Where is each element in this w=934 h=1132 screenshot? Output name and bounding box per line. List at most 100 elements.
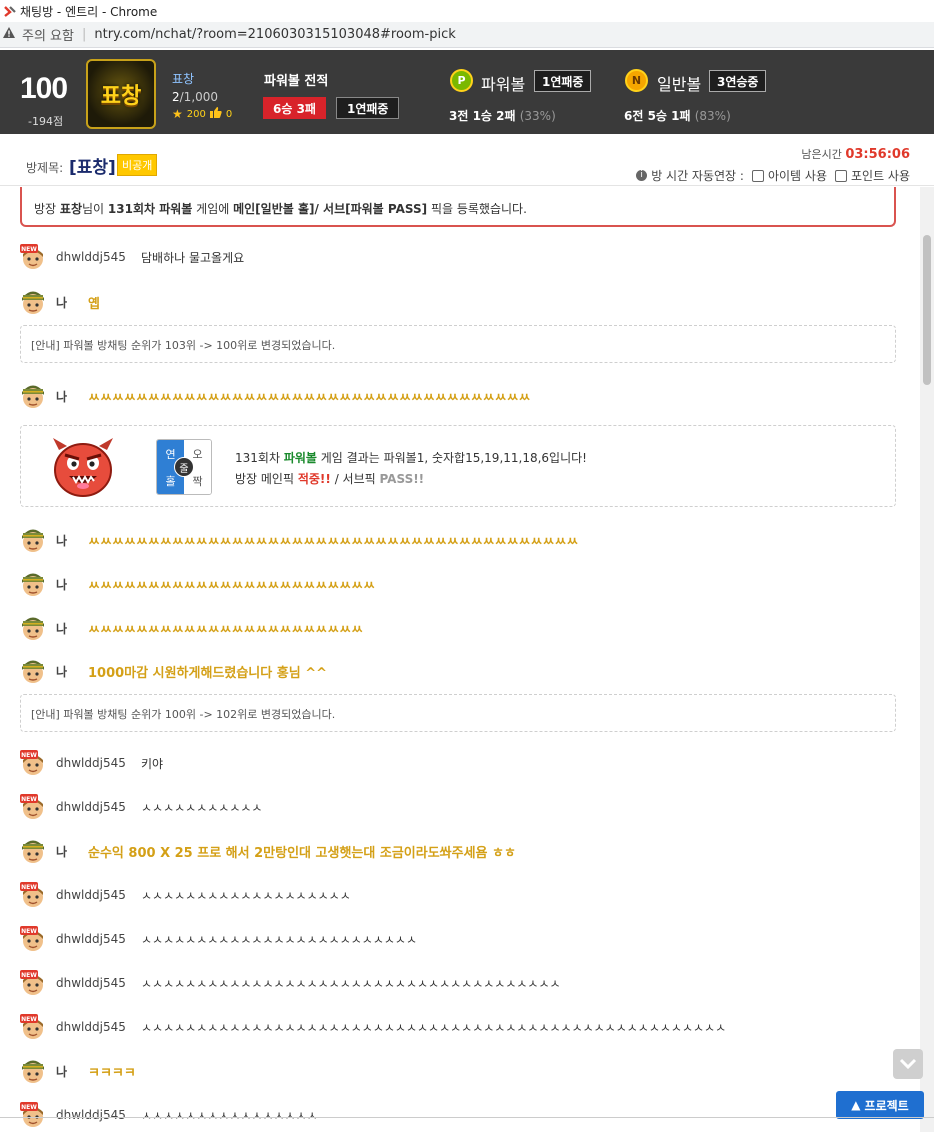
user-header: 100 -194점 표창 표창 2/1,000 ★ 200 0 파워볼 전적 6… [0, 50, 934, 134]
scroll-down-button[interactable] [893, 1049, 923, 1079]
chat-message: NEW dhwlddj545 ㅅㅅㅅㅅㅅㅅㅅㅅㅅㅅㅅㅅㅅㅅㅅㅅㅅㅅㅅㅅㅅㅅㅅㅅㅅㅅㅅ… [20, 1013, 900, 1041]
pick-notice-round: 131회차 파워볼 [107, 202, 193, 216]
message-nick[interactable]: 나 [56, 663, 88, 680]
message-text: 순수익 800 X 25 프로 해서 2만탕인대 고생햇는대 조금이라도쏴주세욤… [88, 845, 516, 861]
normalball-icon: N [625, 69, 648, 92]
chat-log[interactable]: 방장 표창님이 131회차 파워볼 게임에 메인[일반볼 홀]/ 서브[파워볼 … [0, 187, 920, 1132]
message-nick[interactable]: dhwlddj545 [56, 888, 141, 902]
my-avatar-icon[interactable] [20, 289, 46, 315]
svg-text:NEW: NEW [21, 796, 37, 803]
level-value: 100 [20, 72, 68, 105]
time-value: 03:56:06 [845, 147, 910, 162]
user-avatar-icon[interactable]: NEW [20, 794, 46, 820]
svg-text:NEW: NEW [21, 972, 37, 979]
chat-message: 나 ㅆㅆㅆㅆㅆㅆㅆㅆㅆㅆㅆㅆㅆㅆㅆㅆㅆㅆㅆㅆㅆㅆㅆㅆ [20, 570, 900, 598]
chevron-down-icon [899, 1058, 917, 1070]
pick-notice-post: 픽을 등록했습니다. [427, 202, 527, 216]
user-avatar-icon[interactable]: NEW [20, 1102, 46, 1128]
chat-message: 나 1000마감 시원하게해드렸습니다 홍님 ^^ [20, 657, 900, 685]
message-nick[interactable]: dhwlddj545 [56, 976, 141, 990]
message-nick[interactable]: 나 [56, 532, 88, 549]
chat-message: NEW dhwlddj545 ㅅㅅㅅㅅㅅㅅㅅㅅㅅㅅㅅㅅㅅㅅㅅㅅㅅㅅㅅㅅㅅㅅㅅㅅㅅ [20, 925, 900, 953]
odd-even-indicator: 연오홀짝줄 [156, 439, 212, 495]
url-text[interactable]: ntry.com/nchat/?room=2106030315103048#ro… [94, 27, 455, 42]
message-text: ㅅㅅㅅㅅㅅㅅㅅㅅㅅㅅㅅㅅㅅㅅㅅㅅㅅㅅㅅ [141, 888, 351, 903]
user-name[interactable]: 표창 [172, 70, 194, 87]
normalball-pct: (83%) [694, 109, 731, 123]
user-avatar-icon[interactable]: NEW [20, 244, 46, 270]
chat-message: NEW dhwlddj545 ㅅㅅㅅㅅㅅㅅㅅㅅㅅㅅㅅ [20, 793, 900, 821]
chat-message: NEW dhwlddj545 ㅅㅅㅅㅅㅅㅅㅅㅅㅅㅅㅅㅅㅅㅅㅅㅅ [20, 1101, 900, 1129]
pick-notice-host: 표창 [59, 202, 82, 216]
user-avatar-icon[interactable]: NEW [20, 1014, 46, 1040]
my-avatar-icon[interactable] [20, 658, 46, 684]
entry-logo-icon [4, 5, 16, 17]
powerball-label: 파워볼 [481, 75, 526, 94]
result-round: 131회차 [235, 451, 284, 465]
message-nick[interactable]: 나 [56, 576, 88, 593]
message-text: ㅆㅆㅆㅆㅆㅆㅆㅆㅆㅆㅆㅆㅆㅆㅆㅆㅆㅆㅆㅆㅆㅆㅆ [88, 622, 364, 638]
message-nick[interactable]: dhwlddj545 [56, 800, 141, 814]
message-nick[interactable]: 나 [56, 620, 88, 637]
powerball-stat: 3전 1승 2패 (33%) [449, 107, 556, 124]
my-avatar-icon[interactable] [20, 571, 46, 597]
item-use-checkbox[interactable] [751, 169, 764, 182]
user-avatar-icon[interactable]: NEW [20, 750, 46, 776]
scrollbar-thumb[interactable] [923, 235, 931, 385]
message-nick[interactable]: dhwlddj545 [56, 1020, 141, 1034]
normalball-stat: 6전 5승 1패 (83%) [624, 107, 731, 124]
pick-notice-mid2: 게임에 [192, 202, 234, 216]
message-nick[interactable]: dhwlddj545 [56, 756, 141, 770]
message-nick[interactable]: dhwlddj545 [56, 932, 141, 946]
level-points: -194점 [28, 115, 64, 128]
badge-text: 표창 [100, 84, 142, 109]
powerball-stat-text: 3전 1승 2패 [449, 109, 516, 123]
room-options: i 방 시간 자동연장 : 아이템 사용 포인트 사용 [636, 167, 910, 184]
my-avatar-icon[interactable] [20, 838, 46, 864]
chat-scrollbar[interactable] [920, 187, 934, 1132]
item-use-label[interactable]: 아이템 사용 [768, 167, 827, 184]
oe-center: 줄 [174, 457, 194, 477]
window-title: 채팅방 - 엔트리 - Chrome [20, 4, 158, 19]
warning-icon[interactable] [2, 26, 16, 43]
my-avatar-icon[interactable] [20, 615, 46, 641]
address-bar[interactable]: 주의 요함 | ntry.com/nchat/?room=21060303151… [0, 22, 934, 48]
security-label[interactable]: 주의 요함 [22, 25, 74, 44]
pick-notice-mid1: 님이 [82, 202, 108, 216]
sub-pick-label: / 서브픽 [330, 472, 380, 486]
message-nick[interactable]: 나 [56, 294, 88, 311]
pick-notice: 방장 표창님이 131회차 파워볼 게임에 메인[일반볼 홀]/ 서브[파워볼 … [20, 187, 896, 227]
message-text: ㅆㅆㅆㅆㅆㅆㅆㅆㅆㅆㅆㅆㅆㅆㅆㅆㅆㅆㅆㅆㅆㅆㅆㅆㅆㅆㅆㅆㅆㅆㅆㅆㅆㅆㅆㅆㅆㅆㅆㅆ… [88, 534, 579, 550]
record-streak: 1연패중 [336, 97, 400, 119]
devil-mascot-icon [51, 436, 115, 498]
game-result-box: 연 오 홀 짝 줄 131회차 파워볼 게임 결과는 파워볼1, 숫자합15,19,11,… [20, 425, 896, 507]
star-count: 200 [186, 108, 206, 120]
message-nick[interactable]: 나 [56, 843, 88, 860]
result-line-1: 131회차 파워볼 게임 결과는 파워볼1, 숫자합15,19,11,18,6입… [235, 448, 587, 469]
message-text: ㅆㅆㅆㅆㅆㅆㅆㅆㅆㅆㅆㅆㅆㅆㅆㅆㅆㅆㅆㅆㅆㅆㅆㅆ [88, 578, 376, 594]
user-avatar-icon[interactable]: NEW [20, 926, 46, 952]
user-avatar-icon[interactable]: NEW [20, 970, 46, 996]
point-use-checkbox[interactable] [834, 169, 847, 182]
main-pick-label: 방장 메인픽 [235, 472, 298, 486]
project-button[interactable]: ▲ 프로젝트 [836, 1091, 924, 1119]
result-detail: 게임 결과는 파워볼1, 숫자합15,19,11,18,6입니다! [316, 451, 587, 465]
chat-message: 나 ㅆㅆㅆㅆㅆㅆㅆㅆㅆㅆㅆㅆㅆㅆㅆㅆㅆㅆㅆㅆㅆㅆㅆ [20, 614, 900, 642]
message-nick[interactable]: dhwlddj545 [56, 250, 141, 264]
chat-message: 나 ㅆㅆㅆㅆㅆㅆㅆㅆㅆㅆㅆㅆㅆㅆㅆㅆㅆㅆㅆㅆㅆㅆㅆㅆㅆㅆㅆㅆㅆㅆㅆㅆㅆㅆㅆㅆㅆ [20, 382, 900, 410]
message-text: ㅅㅅㅅㅅㅅㅅㅅㅅㅅㅅㅅㅅㅅㅅㅅㅅㅅㅅㅅㅅㅅㅅㅅㅅㅅ [141, 932, 418, 947]
time-label: 남은시간 [801, 148, 842, 161]
user-avatar-icon[interactable]: NEW [20, 882, 46, 908]
point-use-label[interactable]: 포인트 사용 [851, 167, 910, 184]
my-avatar-icon[interactable] [20, 383, 46, 409]
thumbs-up-icon [209, 107, 222, 121]
address-separator: | [81, 27, 87, 42]
my-avatar-icon[interactable] [20, 1058, 46, 1084]
message-nick[interactable]: 나 [56, 388, 88, 405]
auto-extend-label: 방 시간 자동연장 : [651, 169, 744, 183]
my-avatar-icon[interactable] [20, 527, 46, 553]
message-nick[interactable]: 나 [56, 1063, 88, 1080]
main-pick-hit: 적중!! [297, 472, 331, 486]
normalball-label: 일반볼 [657, 75, 702, 94]
message-nick[interactable]: dhwlddj545 [56, 1108, 141, 1122]
